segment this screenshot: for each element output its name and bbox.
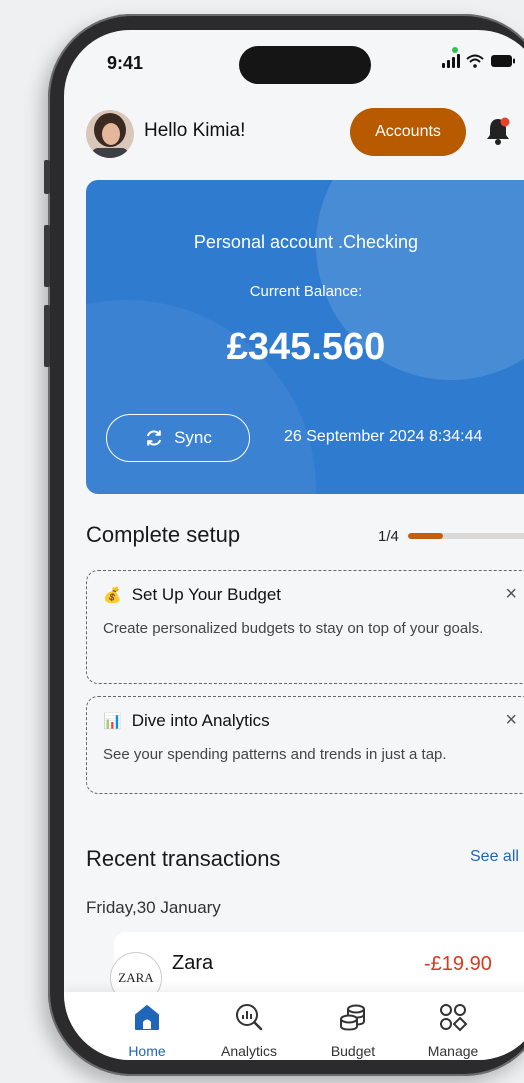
transaction-amount: -£19.90 — [424, 953, 492, 975]
balance-amount: £345.560 — [226, 326, 386, 368]
tab-label: Budget — [330, 1043, 376, 1059]
balance-label: Current Balance: — [249, 283, 363, 300]
privacy-indicator-dot — [452, 47, 458, 53]
home-icon — [135, 1005, 159, 1030]
notification-button[interactable] — [484, 116, 512, 151]
setup-progress-bar — [408, 533, 524, 539]
setup-card-title: Dive into Analytics — [131, 711, 270, 730]
status-icons — [442, 54, 516, 68]
sync-label: Sync — [174, 428, 212, 447]
setup-card-budget[interactable]: 💰 Set Up Your Budget × Create personaliz… — [86, 570, 524, 684]
see-all-link[interactable]: See all — [470, 848, 519, 866]
volume-down-button — [44, 305, 50, 367]
transaction-date-header: Friday,30 January — [86, 898, 221, 917]
close-icon[interactable]: × — [505, 583, 517, 606]
budget-icon — [340, 1004, 365, 1031]
tab-analytics[interactable]: Analytics — [204, 1002, 294, 1059]
tab-manage[interactable]: Manage — [408, 1002, 498, 1059]
dynamic-island — [239, 46, 371, 84]
volume-up-button — [44, 225, 50, 287]
setup-card-header: 📊 Dive into Analytics — [103, 711, 270, 731]
cellular-signal-icon — [442, 54, 460, 68]
money-bag-icon: 💰 — [103, 587, 122, 604]
avatar-photo-icon — [86, 110, 134, 158]
bell-icon — [487, 117, 510, 145]
battery-icon — [491, 55, 515, 67]
last-sync-timestamp: 26 September 2024 8:34:44 — [284, 428, 483, 445]
bar-chart-icon: 📊 — [103, 713, 122, 730]
greeting: Hello Kimia! — [144, 120, 246, 141]
setup-card-description: Create personalized budgets to stay on t… — [103, 620, 484, 637]
analytics-icon — [236, 1004, 263, 1031]
setup-card-description: See your spending patterns and trends in… — [103, 746, 447, 763]
setup-card-header: 💰 Set Up Your Budget — [103, 585, 281, 605]
sync-icon — [146, 430, 162, 446]
balance-card: Personal account .Checking Current Balan… — [86, 180, 524, 494]
wifi-icon — [466, 54, 484, 68]
tab-label: Analytics — [220, 1043, 278, 1059]
avatar[interactable] — [86, 110, 134, 158]
setup-title: Complete setup — [86, 522, 241, 547]
merchant-name: Zara — [172, 952, 214, 974]
tab-label: Home — [128, 1043, 166, 1059]
setup-progress-text: 1/4 — [378, 528, 399, 545]
tab-budget[interactable]: Budget — [308, 1002, 398, 1059]
close-icon[interactable]: × — [505, 709, 517, 732]
setup-card-analytics[interactable]: 📊 Dive into Analytics × See your spendin… — [86, 696, 524, 794]
manage-icon — [440, 1004, 468, 1032]
status-time: 9:41 — [107, 53, 144, 73]
setup-card-title: Set Up Your Budget — [131, 585, 282, 604]
sync-button[interactable]: Sync — [106, 414, 250, 462]
setup-progress-fill — [408, 533, 443, 539]
accounts-button[interactable]: Accounts — [350, 108, 466, 156]
mute-switch — [44, 160, 50, 194]
account-name: Personal account .Checking — [193, 232, 419, 252]
tab-label: Manage — [427, 1043, 479, 1059]
app-screen: 9:41 Hello Kimia! Accounts Personal acco… — [64, 30, 524, 1060]
tab-home[interactable]: Home — [102, 1002, 192, 1059]
bottom-tab-bar: Home Analytics Budget Manage — [64, 992, 524, 1060]
recent-transactions-title: Recent transactions — [86, 846, 281, 871]
